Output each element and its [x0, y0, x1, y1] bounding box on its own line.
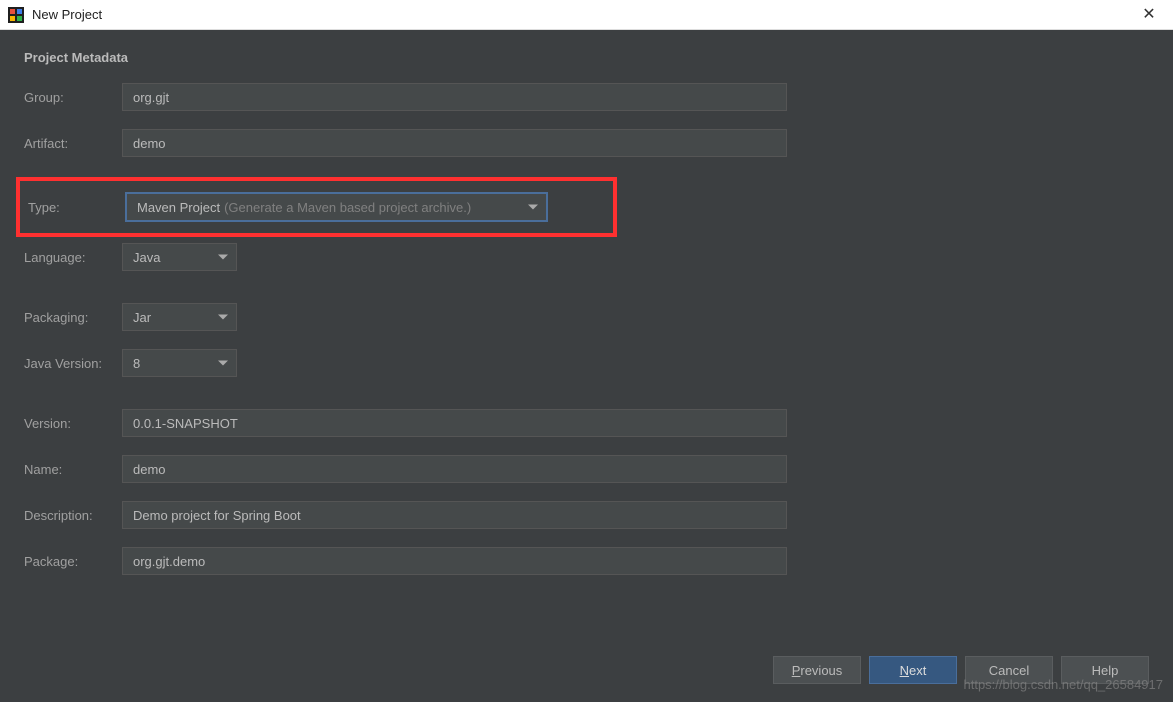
language-value: Java — [133, 250, 160, 265]
package-label: Package: — [24, 554, 122, 569]
button-bar: Previous Next Cancel Help — [773, 656, 1149, 684]
chevron-down-icon — [218, 255, 228, 260]
row-type: Type: Maven Project (Generate a Maven ba… — [28, 193, 605, 221]
row-version: Version: — [24, 409, 1149, 437]
help-button[interactable]: Help — [1061, 656, 1149, 684]
java-version-value: 8 — [133, 356, 140, 371]
java-version-label: Java Version: — [24, 356, 122, 371]
row-package: Package: — [24, 547, 1149, 575]
chevron-down-icon — [528, 205, 538, 210]
window-title: New Project — [32, 7, 102, 22]
packaging-select[interactable]: Jar — [122, 303, 237, 331]
description-label: Description: — [24, 508, 122, 523]
packaging-label: Packaging: — [24, 310, 122, 325]
dialog-body: Project Metadata Group: Artifact: Type: … — [0, 30, 1173, 702]
row-language: Language: Java — [24, 243, 1149, 271]
type-select[interactable]: Maven Project (Generate a Maven based pr… — [126, 193, 547, 221]
package-input[interactable] — [122, 547, 787, 575]
language-label: Language: — [24, 250, 122, 265]
description-input[interactable] — [122, 501, 787, 529]
group-input[interactable] — [122, 83, 787, 111]
type-value: Maven Project — [137, 200, 220, 215]
artifact-label: Artifact: — [24, 136, 122, 151]
close-icon[interactable]: ✕ — [1137, 4, 1161, 24]
previous-button[interactable]: Previous — [773, 656, 861, 684]
version-input[interactable] — [122, 409, 787, 437]
version-label: Version: — [24, 416, 122, 431]
packaging-value: Jar — [133, 310, 151, 325]
type-hint: (Generate a Maven based project archive.… — [224, 200, 471, 215]
group-label: Group: — [24, 90, 122, 105]
chevron-down-icon — [218, 361, 228, 366]
row-description: Description: — [24, 501, 1149, 529]
name-label: Name: — [24, 462, 122, 477]
type-label: Type: — [28, 200, 126, 215]
row-group: Group: — [24, 83, 1149, 111]
type-highlight-box: Type: Maven Project (Generate a Maven ba… — [16, 177, 617, 237]
next-button[interactable]: Next — [869, 656, 957, 684]
artifact-input[interactable] — [122, 129, 787, 157]
language-select[interactable]: Java — [122, 243, 237, 271]
row-artifact: Artifact: — [24, 129, 1149, 157]
app-icon — [8, 7, 24, 23]
name-input[interactable] — [122, 455, 787, 483]
java-version-select[interactable]: 8 — [122, 349, 237, 377]
row-java-version: Java Version: 8 — [24, 349, 1149, 377]
titlebar: New Project ✕ — [0, 0, 1173, 30]
cancel-button[interactable]: Cancel — [965, 656, 1053, 684]
section-title: Project Metadata — [24, 50, 1149, 65]
row-name: Name: — [24, 455, 1149, 483]
row-packaging: Packaging: Jar — [24, 303, 1149, 331]
chevron-down-icon — [218, 315, 228, 320]
